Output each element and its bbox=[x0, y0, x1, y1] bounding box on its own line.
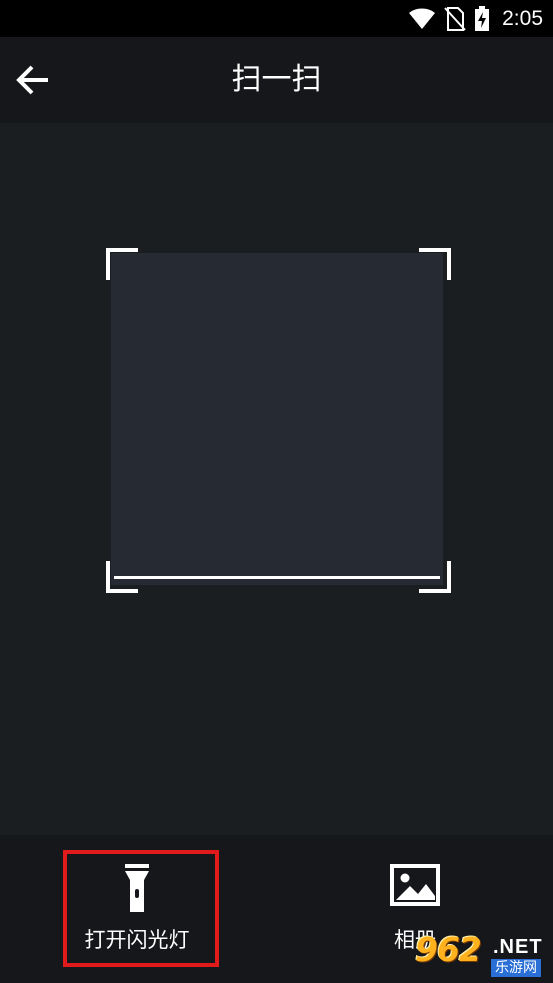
no-sim-icon bbox=[444, 7, 466, 31]
app-bar: 扫一扫 bbox=[0, 37, 553, 123]
battery-charging-icon bbox=[475, 6, 490, 31]
watermark-caption: 乐游网 bbox=[491, 959, 541, 977]
watermark-suffix: .NET bbox=[493, 936, 543, 958]
watermark-number: 962 bbox=[415, 930, 482, 969]
scan-frame-corner-top-left bbox=[106, 248, 138, 280]
scan-frame-corner-top-right bbox=[419, 248, 451, 280]
status-bar: 2:05 bbox=[0, 0, 553, 37]
status-time: 2:05 bbox=[502, 7, 543, 30]
status-icons: 2:05 bbox=[408, 4, 543, 34]
scan-line bbox=[114, 576, 440, 579]
wifi-icon bbox=[409, 8, 436, 29]
scan-frame bbox=[111, 253, 443, 585]
highlight-box bbox=[63, 850, 219, 967]
image-icon bbox=[390, 864, 440, 906]
watermark-logo: 962 .NET 乐游网 bbox=[415, 932, 549, 980]
page-title: 扫一扫 bbox=[231, 62, 322, 97]
